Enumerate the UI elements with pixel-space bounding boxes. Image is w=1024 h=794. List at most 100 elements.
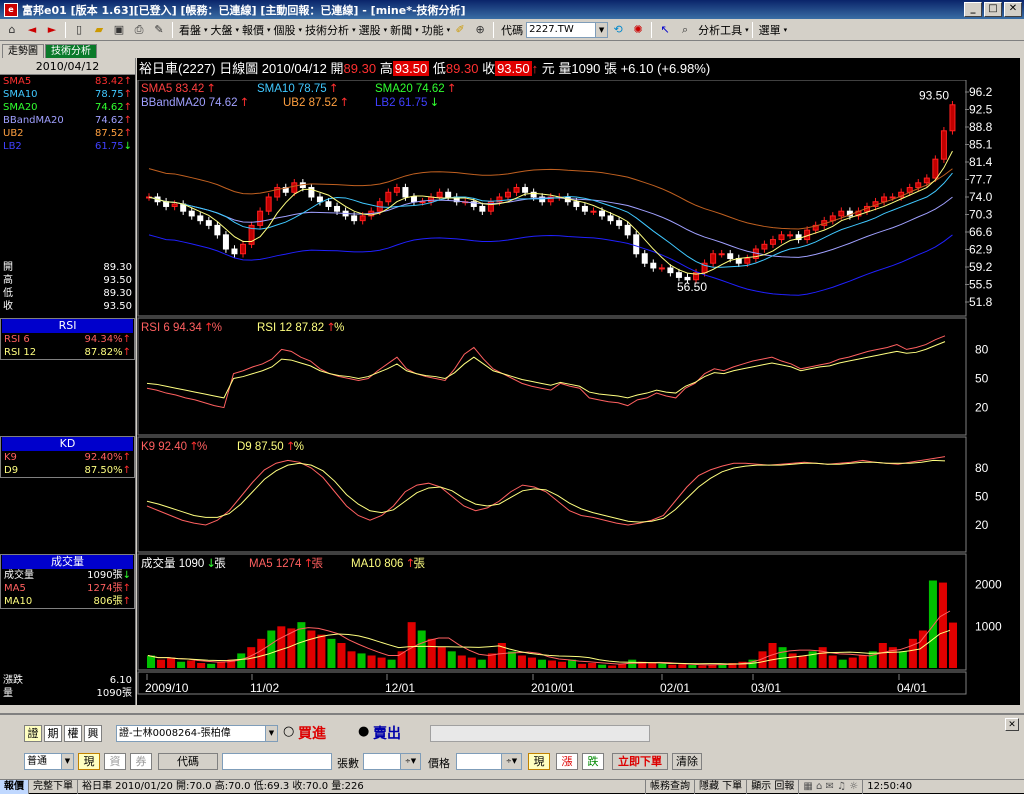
short-button[interactable]: 券 (130, 753, 152, 770)
legend-rsi12: RSI 12 87.82 (257, 322, 324, 334)
maximize-button[interactable]: □ (984, 2, 1002, 17)
candle (385, 191, 392, 203)
market-price-button[interactable]: 現 (528, 753, 550, 770)
edit-icon[interactable]: ✎ (151, 22, 167, 38)
save-icon[interactable]: ▣ (111, 22, 127, 38)
info-row-label: 成交量 (4, 570, 34, 581)
rsi-axis-label: 50 (975, 372, 989, 386)
minimize-button[interactable]: _ (964, 2, 982, 17)
price-axis-label: 70.3 (969, 208, 993, 222)
info-row-value: 78.75↑ (94, 89, 132, 100)
type-stock-button[interactable]: 證 (24, 725, 42, 742)
tab-trend[interactable]: 走勢圖 (2, 44, 44, 58)
volume-bar (377, 657, 386, 668)
hide-order-button[interactable]: 隱藏 下單 (695, 779, 748, 794)
k9-line (146, 456, 946, 526)
info-row: 收 93.50 (0, 300, 135, 313)
candle (949, 104, 956, 132)
show-report-button[interactable]: 顯示 回報 (747, 779, 800, 794)
legend-sma5-arrow: ↑ (206, 81, 216, 95)
candle (351, 215, 358, 222)
pen-icon[interactable]: ✐ (452, 22, 468, 38)
info-row: D9 87.50%↑ (1, 464, 134, 477)
legend-sma20: SMA20 74.62 (375, 83, 445, 95)
cursor-icon[interactable]: ↖ (657, 22, 673, 38)
code-field[interactable] (222, 753, 332, 770)
info-row-label: SMA5 (3, 76, 32, 87)
candle (504, 191, 511, 198)
price-stepper[interactable]: ÷▼ (456, 753, 522, 770)
info-row-label: K9 (4, 452, 17, 463)
toolbar-separator (493, 21, 495, 38)
clear-button[interactable]: 清除 (672, 753, 702, 770)
tab-technical[interactable]: 技術分析 (45, 44, 97, 58)
kd-info: KD K9 92.40%↑ D9 87.50%↑ (0, 436, 135, 478)
sell-radio[interactable]: ● (358, 724, 369, 739)
status-quote[interactable]: 報價 (0, 779, 29, 794)
volume-bar (207, 663, 216, 668)
menu-market[interactable]: 大盤 (211, 22, 233, 38)
type-emerging-button[interactable]: 興 (84, 725, 102, 742)
candle (624, 224, 631, 236)
type-futures-button[interactable]: 期 (44, 725, 62, 742)
print-icon[interactable]: ⎙ (131, 22, 147, 38)
menu-quote[interactable]: 報價 (242, 22, 264, 38)
volume-bar (417, 630, 426, 668)
legend-k9-unit: % (197, 441, 207, 453)
kd-axis-label: 80 (975, 461, 989, 475)
volume-bar (537, 659, 546, 668)
analysis-icon[interactable]: ⌕ (677, 22, 693, 38)
limit-up-button[interactable]: 漲 (556, 753, 578, 770)
candle (667, 267, 674, 274)
price-axis-label: 62.9 (969, 243, 993, 257)
menu-watch[interactable]: 看盤 (179, 22, 201, 38)
x-axis-label: 03/01 (751, 681, 781, 695)
limit-down-button[interactable]: 跌 (582, 753, 604, 770)
close-button[interactable]: ✕ (1004, 2, 1022, 17)
mode-select[interactable]: 普通 ▼ (24, 753, 74, 770)
place-order-button[interactable]: 立即下單 (612, 753, 668, 770)
menu-stock[interactable]: 個股 (274, 22, 296, 38)
order-close-button[interactable]: ✕ (1005, 718, 1019, 731)
qty-stepper[interactable]: ÷▼ (363, 753, 421, 770)
zoom-icon[interactable]: ⊕ (472, 22, 488, 38)
code-input[interactable] (526, 21, 597, 38)
alert-icon[interactable]: ✺ (630, 22, 646, 38)
buy-radio[interactable]: ○ (283, 724, 294, 739)
status-full-order[interactable]: 完整下單 (29, 779, 78, 794)
home-icon[interactable]: ⌂ (4, 22, 20, 38)
code-button[interactable]: 代碼 (158, 753, 218, 770)
refresh-icon[interactable]: ⟲ (610, 22, 626, 38)
forward-icon[interactable]: ► (44, 22, 60, 38)
volume-bar (948, 622, 957, 668)
back-icon[interactable]: ◄ (24, 22, 40, 38)
technical-chart-svg[interactable]: 96.2 92.5 88.8 85.1 81.4 77.7 74.0 70.3 66.6 62.9… (137, 80, 1020, 705)
candle (522, 187, 529, 193)
candle (923, 177, 930, 184)
menu-function[interactable]: 功能 (422, 22, 444, 38)
candle (769, 239, 776, 245)
view-tabs: 走勢圖 技術分析 (0, 42, 1024, 58)
order-panel: 證 期 權 興 證-士林0008264-張柏偉 ▼ ○ 買進 ● 賣出 普通 ▼ 現… (0, 713, 1024, 779)
menu-news[interactable]: 新聞 (390, 22, 412, 38)
volume-bar (167, 657, 176, 668)
account-query-button[interactable]: 帳務查詢 (646, 779, 695, 794)
info-row-value: 806張↑ (93, 596, 131, 607)
type-option-button[interactable]: 權 (64, 725, 82, 742)
legend-ub2: UB2 87.52 (283, 97, 337, 109)
code-dropdown-icon[interactable]: ▼ (596, 21, 609, 38)
candle (163, 201, 170, 207)
legend-vma10-unit: 張 (413, 557, 425, 570)
menu-technical[interactable]: 技術分析 (305, 22, 349, 38)
now-button[interactable]: 現 (78, 753, 100, 770)
app-window: e 富邦e01 [版本 1.63][已登入] [帳務：已連線] [主動回報：已連… (0, 0, 1024, 794)
menu-options[interactable]: 選單 (759, 22, 781, 38)
candle (675, 272, 682, 278)
account-select[interactable]: 證-士林0008264-張柏偉 ▼ (116, 725, 278, 742)
open-folder-icon[interactable]: ▰ (91, 22, 107, 38)
margin-button[interactable]: 資 (104, 753, 126, 770)
menu-screener[interactable]: 選股 (359, 22, 381, 38)
menu-analysis-tools[interactable]: 分析工具 (698, 22, 742, 38)
volume-bar (588, 663, 597, 668)
new-file-icon[interactable]: ▯ (71, 22, 87, 38)
